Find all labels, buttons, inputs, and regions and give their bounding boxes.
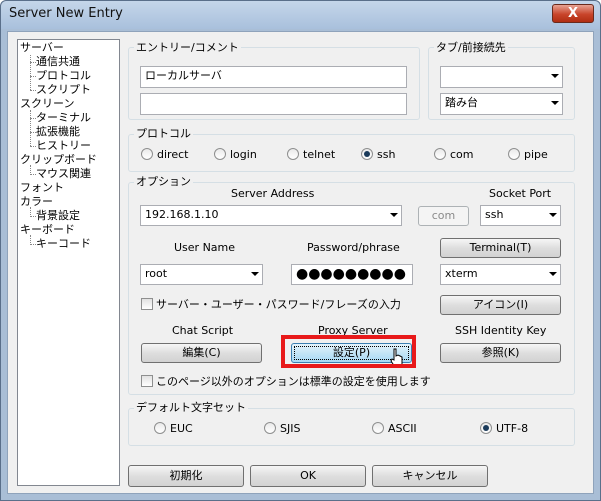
chevron-down-icon [551,74,559,78]
charset-radio-euc[interactable]: EUC [154,422,193,435]
charset-radio-ascii[interactable]: ASCII [372,422,417,435]
radio-label: login [230,148,257,161]
user-name-value: root [145,267,168,280]
tree-item-extensions[interactable]: 拡張機能 [36,125,80,139]
settings-tree[interactable]: サーバー 通信共通 プロトコル スクリプト スクリーン ターミナル 拡張機能 ヒ… [17,39,120,486]
tab-combo[interactable] [440,66,563,88]
close-button[interactable]: X [552,4,594,23]
title-bar[interactable]: Server New Entry X [1,1,600,29]
tree-item-script[interactable]: スクリプト [36,83,91,97]
save-credentials-checkbox[interactable]: サーバー・ユーザー・パスワード/フレーズの入力 [141,298,401,311]
tree-item-protocol[interactable]: プロトコル [36,69,91,83]
tree-item-color[interactable]: カラー [20,195,53,209]
tree-item-history[interactable]: ヒストリー [36,139,91,153]
radio-label: com [450,148,474,161]
charset-group-label: デフォルト文字セット [134,401,248,414]
com-button[interactable]: com [418,206,469,226]
entry-comment-group-label: エントリー/コメント [134,41,241,54]
standard-options-label: このページ以外のオプションは標準の設定を使用します [156,375,431,388]
radio-circle [287,148,299,160]
charset-radio-sjis[interactable]: SJIS [264,422,300,435]
tree-item-screen[interactable]: スクリーン [20,97,74,111]
checkbox-box [141,375,153,387]
radio-circle-selected [480,422,492,434]
radio-circle [141,148,153,160]
tree-item-background[interactable]: 背景設定 [36,209,80,223]
radio-label: UTF-8 [496,422,529,435]
tree-item-font[interactable]: フォント [20,181,64,195]
socket-port-value: ssh [485,208,504,221]
tree-item-terminal[interactable]: ターミナル [36,111,91,125]
radio-circle-selected [361,148,373,160]
radio-label: direct [157,148,189,161]
tree-item-common[interactable]: 通信共通 [36,55,80,69]
checkbox-box [141,298,153,310]
prev-connection-combo[interactable]: 踏み台 [440,93,563,115]
prev-connection-value: 踏み台 [445,96,478,109]
tree-item-keyboard[interactable]: キーボード [20,223,75,237]
tree-item-server[interactable]: サーバー [20,41,64,55]
icon-button[interactable]: アイコン(I) [440,295,561,315]
user-name-combo[interactable]: root [140,264,263,285]
tab-prev-group-label: タブ/前接続先 [434,41,508,54]
socket-port-combo[interactable]: ssh [480,205,561,226]
charset-radio-utf8[interactable]: UTF-8 [480,422,528,435]
radio-label: SJIS [280,422,301,435]
tree-item-mouse[interactable]: マウス関連 [36,167,91,181]
radio-label: pipe [524,148,548,161]
chevron-down-icon [251,272,259,276]
dialog-window: Server New Entry X サーバー 通信共通 プロトコル スクリプト… [0,0,601,501]
protocol-radio-ssh[interactable]: ssh [361,148,395,161]
standard-options-checkbox[interactable]: このページ以外のオプションは標準の設定を使用します [141,375,431,388]
password-input[interactable]: ●●●●●●●●● [291,264,413,285]
terminal-button[interactable]: Terminal(T) [440,238,561,258]
radio-circle [372,422,384,434]
radio-circle [434,148,446,160]
comment-input[interactable] [140,93,407,115]
radio-label: ssh [377,148,396,161]
options-group-label: オプション [134,175,193,188]
ssh-identity-label: SSH Identity Key [455,324,547,337]
chevron-down-icon [549,272,557,276]
protocol-radio-com[interactable]: com [434,148,474,161]
chat-script-label: Chat Script [172,324,234,337]
chat-script-edit-button[interactable]: 編集(C) [141,343,262,363]
chevron-down-icon [549,213,557,217]
radio-circle [264,422,276,434]
password-label: Password/phrase [307,241,400,254]
radio-circle [214,148,226,160]
tree-connector [30,54,31,90]
proxy-button-highlight [281,335,416,368]
user-name-label: User Name [174,241,236,254]
protocol-radio-pipe[interactable]: pipe [508,148,548,161]
protocol-radio-telnet[interactable]: telnet [287,148,335,161]
ok-button[interactable]: OK [250,465,366,487]
terminal-type-combo[interactable]: xterm [440,264,561,285]
radio-label: telnet [303,148,336,161]
dialog-client-area: サーバー 通信共通 プロトコル スクリプト スクリーン ターミナル 拡張機能 ヒ… [7,31,594,494]
terminal-type-value: xterm [445,267,478,280]
window-title: Server New Entry [9,6,123,21]
protocol-group-label: プロトコル [134,127,193,140]
tree-item-clipboard[interactable]: クリップボード [20,153,97,167]
socket-port-label: Socket Port [489,187,552,200]
server-address-label: Server Address [231,187,315,200]
chevron-down-icon [551,101,559,105]
ssh-identity-browse-button[interactable]: 参照(K) [440,343,561,363]
server-address-value: 192.168.1.10 [145,208,219,221]
radio-circle [154,422,166,434]
cancel-button[interactable]: キャンセル [372,465,488,487]
entry-name-input[interactable]: ローカルサーバ [140,66,407,88]
radio-label: EUC [170,422,193,435]
tree-connector [30,110,31,146]
save-credentials-label: サーバー・ユーザー・パスワード/フレーズの入力 [156,298,401,311]
server-address-combo[interactable]: 192.168.1.10 [140,205,402,226]
init-button[interactable]: 初期化 [128,465,244,487]
protocol-radio-login[interactable]: login [214,148,257,161]
protocol-radio-direct[interactable]: direct [141,148,188,161]
chevron-down-icon [390,213,398,217]
tree-item-keycode[interactable]: キーコード [36,237,91,251]
radio-label: ASCII [388,422,417,435]
radio-circle [508,148,520,160]
